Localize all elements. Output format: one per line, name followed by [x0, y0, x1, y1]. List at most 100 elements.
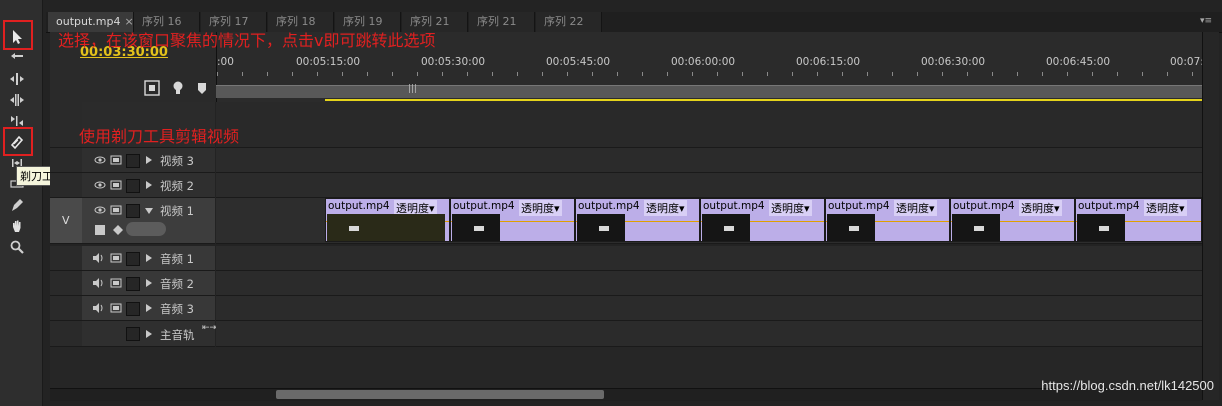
ruler-tick — [892, 72, 893, 76]
expand-triangle-icon[interactable] — [146, 156, 152, 164]
eye-icon[interactable] — [94, 154, 106, 166]
ruler-tick — [1142, 72, 1143, 76]
target-column — [50, 246, 82, 271]
ruler-tick — [817, 72, 818, 76]
opacity-dropdown[interactable]: 透明度▾ — [894, 200, 937, 216]
track-lock-toggle[interactable] — [126, 204, 140, 218]
video-target-label[interactable]: V — [62, 214, 70, 227]
expand-triangle-icon[interactable] — [146, 181, 152, 189]
work-area-bar[interactable]: ||| — [216, 84, 1202, 98]
ruler-tick — [917, 72, 918, 76]
display-style-icon[interactable] — [94, 224, 106, 236]
expand-triangle-icon[interactable] — [146, 330, 152, 338]
track-header-master[interactable]: 主音轨 ⇤⇥ — [82, 321, 217, 347]
track-lock-toggle[interactable] — [126, 154, 140, 168]
ruler-tick — [842, 72, 843, 76]
track-header-video-1[interactable]: 视频 1 — [82, 198, 215, 244]
track-header-video-3[interactable]: 视频 3 — [82, 148, 215, 173]
track-lock-toggle[interactable] — [126, 327, 140, 341]
keyframe-navigator[interactable] — [126, 222, 166, 236]
speaker-icon[interactable] — [92, 277, 104, 289]
film-icon[interactable] — [110, 277, 122, 289]
clip[interactable]: output.mp4 透明度▾ — [325, 198, 450, 242]
expand-triangle-icon[interactable] — [146, 279, 152, 287]
keyframe-icon[interactable] — [112, 224, 124, 236]
opacity-dropdown[interactable]: 透明度▾ — [644, 200, 687, 216]
film-icon[interactable] — [110, 302, 122, 314]
track-lane-audio-2[interactable] — [216, 271, 1202, 296]
ruler-tick — [792, 72, 793, 76]
film-icon[interactable] — [110, 179, 122, 191]
track-lock-toggle[interactable] — [126, 302, 140, 316]
marker-icon[interactable] — [194, 80, 210, 96]
ruler-label: 00:05:30:00 — [421, 56, 486, 68]
film-icon[interactable] — [110, 154, 122, 166]
opacity-label: 透明度 — [521, 202, 554, 215]
clip-name: output.mp4 — [578, 200, 640, 212]
bulb-icon[interactable] — [170, 80, 186, 96]
speaker-icon[interactable] — [92, 252, 104, 264]
annotation-razor: 使用剃刀工具剪辑视频 — [79, 127, 240, 146]
track-lock-toggle[interactable] — [126, 179, 140, 193]
opacity-dropdown[interactable]: 透明度▾ — [1019, 200, 1062, 216]
source-target-column[interactable]: V — [50, 198, 82, 244]
clip[interactable]: output.mp4 透明度▾ — [450, 198, 575, 242]
tab-sequence-21-b[interactable]: 序列 21 — [469, 12, 535, 32]
clip[interactable]: output.mp4 透明度▾ — [950, 198, 1075, 242]
opacity-label: 透明度 — [1021, 202, 1054, 215]
track-lane-video-3[interactable] — [216, 148, 1202, 173]
track-header-audio-3[interactable]: 音频 3 — [82, 296, 215, 321]
clip-name: output.mp4 — [1078, 200, 1140, 212]
scroll-thumb[interactable] — [276, 390, 604, 399]
clip[interactable]: output.mp4 透明度▾ — [575, 198, 700, 242]
speaker-icon[interactable] — [92, 302, 104, 314]
track-header-audio-2[interactable]: 音频 2 — [82, 271, 215, 296]
vertical-scrollbar[interactable] — [1202, 32, 1219, 400]
clip[interactable]: output.mp4 透明度▾ — [1075, 198, 1202, 242]
panel-menu-icon[interactable]: ▾≡ — [1200, 16, 1214, 26]
opacity-dropdown[interactable]: 透明度▾ — [769, 200, 812, 216]
expand-triangle-icon[interactable] — [146, 304, 152, 312]
hand-tool-icon[interactable] — [6, 217, 28, 235]
snap-icon[interactable] — [144, 80, 160, 96]
razor-tool-highlight — [3, 127, 33, 156]
clip[interactable]: output.mp4 透明度▾ — [825, 198, 950, 242]
pen-tool-icon[interactable] — [6, 196, 28, 214]
track-lane-video-2[interactable] — [216, 173, 1202, 198]
ruler-label: 00:07: — [1170, 56, 1204, 68]
ripple-edit-tool-icon[interactable] — [6, 70, 28, 88]
eye-icon[interactable] — [94, 179, 106, 191]
ruler-tick — [267, 72, 268, 76]
track-lock-toggle[interactable] — [126, 277, 140, 291]
film-icon[interactable] — [110, 252, 122, 264]
ruler-tick — [742, 72, 743, 76]
rolling-edit-tool-icon[interactable] — [6, 91, 28, 109]
clip-thumbnail — [702, 214, 750, 241]
track-header-audio-1[interactable]: 音频 1 — [82, 246, 215, 271]
collapse-triangle-icon[interactable] — [145, 208, 153, 214]
track-lock-toggle[interactable] — [126, 252, 140, 266]
clip-name: output.mp4 — [828, 200, 890, 212]
zoom-tool-icon[interactable] — [6, 238, 28, 256]
clip-thumbnail — [577, 214, 625, 241]
horizontal-scrollbar[interactable] — [50, 388, 1202, 401]
tab-sequence-22[interactable]: 序列 22 — [536, 12, 602, 32]
clip[interactable]: output.mp4 透明度▾ — [700, 198, 825, 242]
clip-name: output.mp4 — [953, 200, 1015, 212]
ruler-tick — [492, 72, 493, 76]
film-icon[interactable] — [110, 204, 122, 216]
resize-icon[interactable]: ⇤⇥ — [202, 323, 217, 333]
work-area-grip-icon[interactable]: ||| — [408, 84, 417, 94]
opacity-dropdown[interactable]: 透明度▾ — [519, 200, 562, 216]
expand-triangle-icon[interactable] — [146, 254, 152, 262]
track-header-video-2[interactable]: 视频 2 — [82, 173, 215, 198]
track-lane-audio-1[interactable] — [216, 246, 1202, 271]
target-column — [50, 173, 82, 198]
eye-icon[interactable] — [94, 204, 106, 216]
ruler-tick — [1117, 72, 1118, 76]
track-lane-master[interactable] — [216, 321, 1202, 347]
track-select-tool-icon[interactable] — [6, 49, 28, 67]
ruler-tick — [567, 72, 568, 76]
opacity-dropdown[interactable]: 透明度▾ — [1144, 200, 1187, 216]
track-lane-audio-3[interactable] — [216, 296, 1202, 321]
